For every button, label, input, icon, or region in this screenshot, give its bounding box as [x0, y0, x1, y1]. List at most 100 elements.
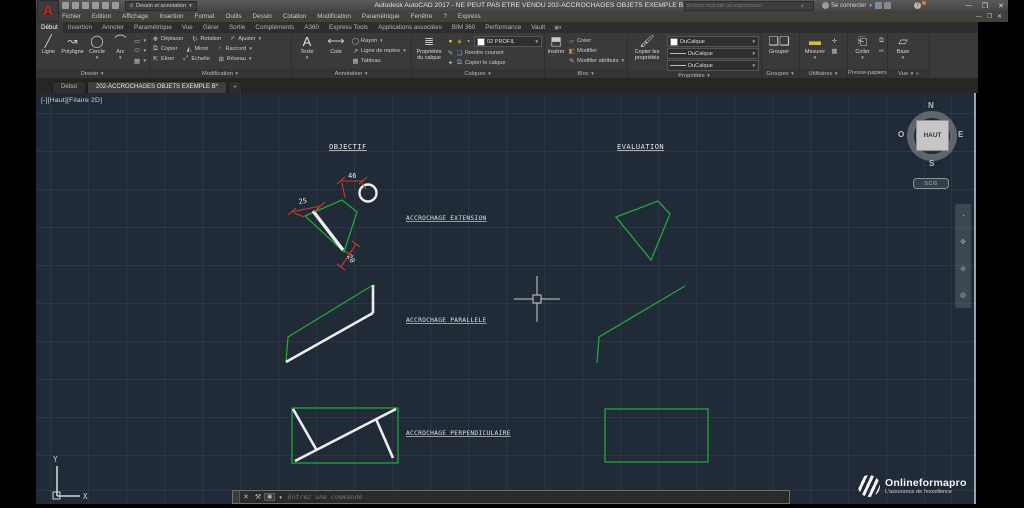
texte-button[interactable]: A Texte ▼ — [294, 34, 320, 69]
layer-on-icon[interactable]: ● — [447, 38, 454, 45]
doc-close-button[interactable]: ✕ — [997, 13, 1002, 20]
close-icon[interactable]: ✕ — [240, 493, 252, 501]
arc-button[interactable]: ⌒ Arc ▼ — [110, 34, 130, 69]
autocad-logo-icon[interactable]: A — [37, 0, 59, 22]
lineweight-dropdown[interactable]: DuCalque ▼ — [667, 48, 759, 59]
proprietes-du-calque-button[interactable]: ≣ Propriétés du calque — [414, 34, 444, 69]
ellipse-flyout-button[interactable]: ⬭ ▼ — [134, 46, 147, 55]
coller-button[interactable]: ⎗ Coller ▼ — [850, 34, 875, 69]
quick-calc-button[interactable]: ▦ — [831, 46, 838, 55]
tableau-button[interactable]: ▦ Tableau — [352, 56, 407, 65]
command-input[interactable] — [285, 492, 789, 502]
menu-cotation[interactable]: Cotation — [283, 13, 306, 20]
file-tab-debut[interactable]: Début — [52, 81, 87, 93]
help-icon[interactable]: ? — [914, 2, 921, 9]
sign-in-control[interactable]: Se connecter ▼ — [822, 1, 891, 10]
panel-label-vue[interactable]: Vue ▼ » — [888, 69, 929, 78]
copier-les-proprietes-button[interactable]: 🖌 Copier les propriétés — [630, 34, 664, 71]
cercle-button[interactable]: ◯ Cercle ▼ — [87, 34, 107, 69]
rotation-button[interactable]: ↻ Rotation — [191, 34, 221, 43]
panel-label-groupes[interactable]: Groupes ▼ — [762, 69, 799, 78]
modifier-attributs-button[interactable]: ✎ Modifier attributs ▼ — [568, 56, 625, 65]
tab-sortie[interactable]: Sortie — [224, 22, 250, 33]
hatch-flyout-button[interactable]: ▦ ▼ — [134, 56, 147, 65]
close-button[interactable]: ✕ — [998, 2, 1004, 10]
plot-icon[interactable] — [92, 2, 99, 9]
menu-outils[interactable]: Outils — [225, 13, 241, 20]
viewcube-west[interactable]: O — [898, 130, 904, 139]
raccord-button[interactable]: ◜ Raccord ▼ — [216, 44, 253, 53]
zoom-icon[interactable]: ⊕ — [960, 265, 966, 273]
navigation-bar[interactable]: ◔ ✥ ⊕ ◍ — [955, 204, 971, 308]
viewcube-south[interactable]: S — [929, 159, 934, 168]
tab-parametrique[interactable]: Paramétrique — [129, 22, 177, 33]
exchange-apps-icon[interactable] — [883, 2, 891, 9]
cote-button[interactable]: ⟷ Cote — [323, 34, 349, 69]
label-accrochage-perpendiculaire[interactable]: ACCROCHAGE PERPENDICULAIRE — [406, 430, 511, 437]
viewcube-north[interactable]: N — [928, 101, 934, 110]
label-accrochage-parallele[interactable]: ACCROCHAGE PARALLELE — [406, 317, 487, 324]
layer-dropdown[interactable]: 02 PROFIL ▼ — [474, 36, 542, 47]
creer-bloc-button[interactable]: ▱ Créer — [568, 36, 625, 45]
layer-lock-icon[interactable]: ▪ — [465, 38, 472, 45]
label-objectif[interactable]: OBJECTIF — [329, 143, 367, 151]
tab-express-tools[interactable]: Express Tools — [324, 22, 373, 33]
ligne-button[interactable]: ╱ Ligne — [38, 34, 58, 69]
tab-gerer[interactable]: Gérer — [198, 22, 224, 33]
steering-wheel-icon[interactable]: ◔ — [961, 213, 965, 220]
cut-clip-button[interactable]: ✂ — [878, 46, 885, 55]
tab-annoter[interactable]: Annoter — [97, 22, 129, 33]
grouper-button[interactable]: ❑❏ Grouper — [764, 34, 794, 69]
new-drawing-tab-button[interactable]: + — [228, 81, 243, 93]
ucs-badge[interactable]: SCG — [913, 178, 949, 189]
panel-label-annotation[interactable]: Annotation ▼ — [292, 69, 411, 78]
tab-a360[interactable]: A360 — [299, 22, 324, 33]
rectangle-flyout-button[interactable]: ▭ ▼ — [134, 36, 147, 45]
tab-complements[interactable]: Compléments — [250, 22, 299, 33]
file-tab-drawing[interactable]: 202-ACCROCHAGES OBJETS EXEMPLE B* — [87, 81, 228, 93]
orbit-icon[interactable]: ◍ — [960, 291, 966, 299]
menu-fenetre[interactable]: Fenêtre — [411, 13, 433, 20]
tab-vault[interactable]: Vault — [526, 22, 550, 33]
open-file-icon[interactable] — [72, 2, 79, 9]
viewport-controls[interactable]: [-][Haut][Filaire 2D] — [41, 97, 102, 104]
help-search-box[interactable]: ⌕ — [684, 1, 814, 11]
menu-modification[interactable]: Modification — [317, 13, 351, 20]
redo-icon[interactable] — [112, 2, 119, 9]
label-accrochage-extension[interactable]: ACCROCHAGE EXTENSION — [406, 215, 487, 222]
dimension-25[interactable]: 25 — [287, 197, 326, 218]
ajuster-button[interactable]: ⌿ Ajuster ▼ — [229, 34, 262, 43]
command-bar-grip[interactable] — [233, 491, 240, 503]
menu-format[interactable]: Format — [194, 13, 214, 20]
tab-vue[interactable]: Vue — [177, 22, 198, 33]
ribbon-minimize-icon[interactable]: ▣▾ — [554, 22, 561, 33]
panel-label-bloc[interactable]: Bloc ▼ — [545, 69, 627, 78]
command-line-bar[interactable]: ✕ ⚒ ▣ ▼ — [232, 490, 790, 504]
object-color-dropdown[interactable]: DuCalque ▼ — [667, 36, 759, 47]
base-button[interactable]: ▱ Base ▼ — [890, 34, 916, 69]
panel-label-proprietes[interactable]: Propriétés ▼ — [628, 71, 761, 78]
evaluation-rectangle-shape[interactable] — [604, 408, 709, 463]
minimize-button[interactable]: — — [965, 2, 972, 9]
menu-parametrique[interactable]: Paramétrique — [362, 13, 400, 20]
reseau-button[interactable]: ⊞ Réseau ▼ — [218, 54, 253, 63]
workspace-switcher[interactable]: ⊙ Dessin et annotation ▼ — [125, 0, 197, 11]
pan-icon[interactable]: ✥ — [960, 238, 966, 246]
save-icon[interactable] — [82, 2, 89, 9]
drawing-canvas[interactable]: [-][Haut][Filaire 2D] OBJECTIF 46 25 20 … — [36, 93, 976, 508]
extension-exercise-shape[interactable] — [303, 183, 378, 254]
doc-minimize-button[interactable]: — — [976, 14, 982, 20]
layer-freeze-icon[interactable]: ☀ — [456, 38, 463, 46]
viewcube-top-face[interactable]: HAUT — [916, 120, 949, 151]
new-file-icon[interactable] — [62, 2, 69, 9]
inserer-button[interactable]: ⬒ Insérer — [547, 34, 565, 69]
polyligne-button[interactable]: ↝ Polyligne — [61, 34, 83, 69]
search-input[interactable] — [685, 3, 799, 9]
copier-le-calque-button[interactable]: ✦ ⧉ Copier le calque — [447, 58, 542, 67]
menu-affichage[interactable]: Affichage — [122, 13, 148, 20]
ligne-de-repere-button[interactable]: ↗ Ligne de repère ▼ — [352, 46, 407, 55]
menu-aide[interactable]: ? — [443, 13, 447, 20]
echelle-button[interactable]: ⤢ Echelle — [182, 54, 209, 63]
panel-label-calques[interactable]: Calques ▼ — [412, 69, 544, 78]
menu-dessin[interactable]: Dessin — [253, 13, 272, 20]
